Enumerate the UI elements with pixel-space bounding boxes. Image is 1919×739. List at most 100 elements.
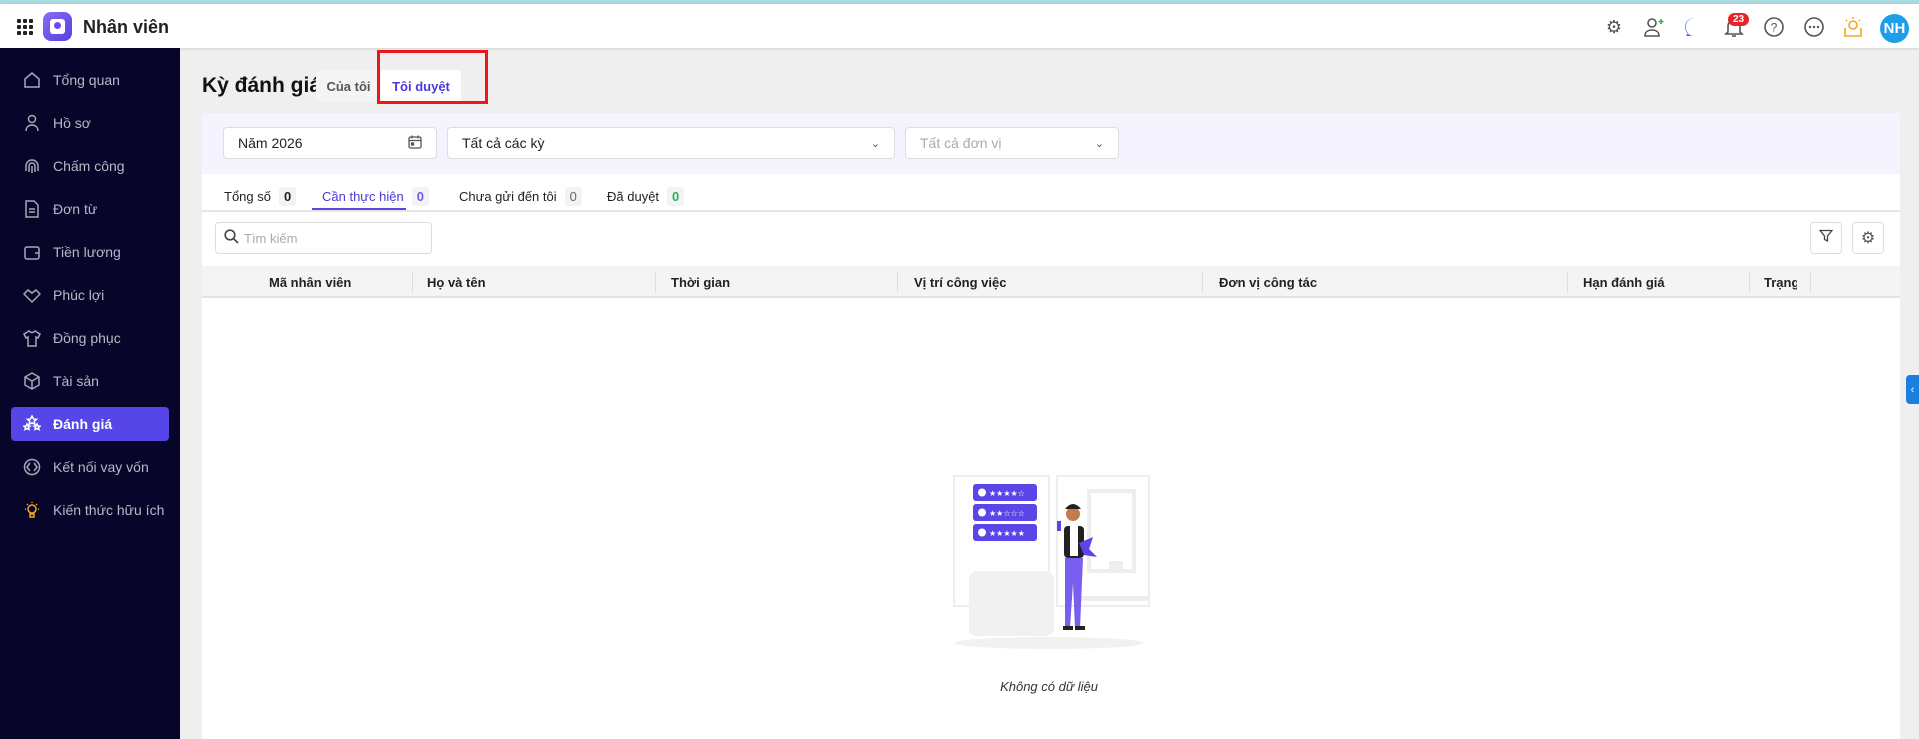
app-title: Nhân viên (83, 17, 170, 37)
tab-count: 0 (667, 186, 685, 206)
fingerprint-icon (23, 157, 41, 175)
help-icon[interactable]: ? (1763, 16, 1785, 38)
collapse-panel-button[interactable]: ‹ (1906, 375, 1919, 404)
filter-button[interactable] (1810, 222, 1842, 254)
column-settings-button[interactable]: ⚙ (1852, 222, 1884, 254)
handshake-icon (23, 286, 41, 304)
sidebar-item-label: Phúc lợi (53, 287, 105, 303)
tab-label: Tổng số (224, 188, 271, 204)
tab-cua-toi[interactable]: Của tôi (316, 70, 381, 102)
year-value: Năm 2026 (238, 135, 303, 151)
column-divider (897, 272, 898, 292)
calendar-icon (408, 135, 422, 152)
active-tab-indicator (312, 208, 406, 210)
sidebar-item-label: Tiền lương (53, 244, 121, 260)
unit-select[interactable]: Tất cả đơn vị ⌄ (905, 127, 1119, 159)
chevron-down-icon: ⌄ (1094, 137, 1104, 150)
search-icon (224, 229, 239, 247)
document-icon (23, 200, 41, 218)
sidebar-item-4[interactable]: Tiền lương (11, 235, 169, 269)
shirt-icon (23, 329, 41, 347)
column-header-status[interactable]: Trạng thái (1764, 266, 1797, 298)
tab-label: Cần thực hiện (322, 188, 404, 204)
tab-divider (202, 210, 1900, 212)
svg-text:★★★★★: ★★★★★ (989, 529, 1025, 538)
column-header-position[interactable]: Vị trí công việc (914, 266, 1006, 298)
sidebar-item-label: Tổng quan (53, 72, 120, 88)
home-icon (23, 71, 41, 89)
column-divider (1567, 272, 1568, 292)
add-user-icon[interactable] (1643, 16, 1665, 38)
top-bar: Nhân viên ⚙ 23 ? NH (0, 4, 1919, 48)
sidebar-item-7[interactable]: Tài sản (11, 364, 169, 398)
chat-icon[interactable] (1683, 16, 1705, 38)
svg-text:★★★★☆: ★★★★☆ (989, 489, 1025, 498)
column-divider (1202, 272, 1203, 292)
status-tab-todo[interactable]: Cần thực hiện 0 (322, 182, 429, 210)
sidebar-item-label: Đơn từ (53, 201, 98, 217)
notification-badge: 23 (1728, 13, 1750, 26)
column-header-time[interactable]: Thời gian (671, 266, 730, 298)
settings-icon[interactable]: ⚙ (1603, 16, 1625, 38)
sidebar-item-label: Đánh giá (53, 416, 113, 432)
knowledge-bulb-icon[interactable] (1842, 16, 1864, 38)
sidebar-item-9[interactable]: Kết nối vay vốn (11, 450, 169, 484)
sidebar-item-10[interactable]: Kiến thức hữu ích (11, 493, 169, 527)
tab-count: 0 (564, 186, 582, 206)
chevron-left-icon: ‹ (1910, 383, 1915, 396)
unit-placeholder: Tất cả đơn vị (920, 135, 1002, 151)
tab-label: Đã duyệt (607, 188, 660, 204)
column-header-employee-id[interactable]: Mã nhân viên (269, 266, 351, 298)
sidebar-item-0[interactable]: Tổng quan (11, 63, 169, 97)
status-tab-total[interactable]: Tổng số 0 (224, 182, 297, 210)
year-picker[interactable]: Năm 2026 (223, 127, 437, 159)
column-divider (1810, 272, 1811, 292)
sidebar-item-3[interactable]: Đơn từ (11, 192, 169, 226)
search-placeholder: Tìm kiếm (244, 230, 298, 246)
sidebar-item-label: Đồng phục (53, 330, 121, 346)
highlight-box (377, 50, 488, 104)
svg-text:?: ? (1771, 21, 1778, 35)
tab-count: 0 (278, 186, 297, 206)
empty-state-illustration: ★★★★☆ ★★☆☆☆ ★★★★★ (953, 475, 1150, 649)
sidebar-item-label: Kiến thức hữu ích (53, 502, 165, 518)
stars-icon (23, 415, 41, 433)
page-title: Kỳ đánh giá (202, 74, 322, 97)
period-value: Tất cả các kỳ (462, 135, 545, 151)
sidebar-item-label: Hồ sơ (53, 115, 91, 131)
sidebar-item-8[interactable]: Đánh giá (11, 407, 169, 441)
sidebar-item-label: Tài sản (53, 373, 99, 389)
apps-grid-icon[interactable] (17, 19, 33, 35)
sidebar-item-label: Kết nối vay vốn (53, 459, 149, 475)
sidebar-item-5[interactable]: Phúc lợi (11, 278, 169, 312)
more-icon[interactable] (1803, 16, 1825, 38)
status-tab-not-sent[interactable]: Chưa gửi đến tôi 0 (459, 182, 582, 210)
filter-icon (1818, 229, 1834, 248)
tab-label: Chưa gửi đến tôi (459, 188, 557, 204)
sidebar-item-6[interactable]: Đồng phục (11, 321, 169, 355)
period-select[interactable]: Tất cả các kỳ ⌄ (447, 127, 895, 159)
column-divider (1749, 272, 1750, 292)
sidebar-item-1[interactable]: Hồ sơ (11, 106, 169, 140)
user-avatar[interactable]: NH (1880, 14, 1909, 43)
svg-text:★★☆☆☆: ★★☆☆☆ (989, 509, 1025, 518)
empty-state-text: Không có dữ liệu (1000, 679, 1098, 694)
column-divider (412, 272, 413, 292)
chevron-down-icon: ⌄ (870, 137, 880, 150)
gear-icon: ⚙ (1860, 230, 1876, 247)
sidebar-item-label: Chấm công (53, 158, 125, 174)
search-input[interactable]: Tìm kiếm (215, 222, 432, 254)
status-tab-approved[interactable]: Đã duyệt 0 (607, 182, 685, 210)
link-icon (23, 458, 41, 476)
sidebar-item-2[interactable]: Chấm công (11, 149, 169, 183)
user-icon (23, 114, 41, 132)
column-header-deadline[interactable]: Hạn đánh giá (1583, 266, 1665, 298)
box-icon (23, 372, 41, 390)
bulb-icon (23, 501, 41, 519)
column-header-unit[interactable]: Đơn vị công tác (1219, 266, 1317, 298)
app-logo (43, 12, 72, 41)
wallet-icon (23, 243, 41, 261)
column-header-name[interactable]: Họ và tên (427, 266, 486, 298)
column-divider (655, 272, 656, 292)
tab-count: 0 (411, 186, 429, 206)
